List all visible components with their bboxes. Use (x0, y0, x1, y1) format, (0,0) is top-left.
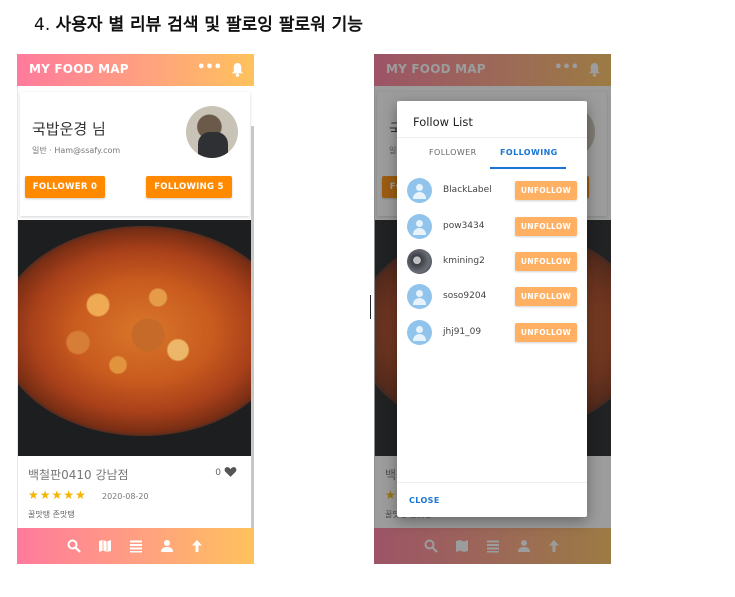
content-area[interactable]: 국밥운경 님 일반 · Ham@ssafy.com FOLLOWER 0 FOL… (17, 86, 254, 528)
profile-card: 국밥운경 님 일반 · Ham@ssafy.com FOLLOWER 0 FOL… (20, 92, 250, 216)
review-place: 백철판0410 강남점 (28, 468, 129, 482)
user-avatar-icon (407, 214, 432, 239)
arrow-up-icon[interactable] (190, 539, 204, 553)
tab-following[interactable]: FOLLOWING (500, 148, 558, 157)
avatar (186, 106, 238, 158)
unfollow-button[interactable]: UNFOLLOW (515, 252, 577, 271)
more-menu-icon[interactable]: ••• (197, 60, 222, 75)
follower-button[interactable]: FOLLOWER 0 (25, 176, 105, 198)
follow-list-item: jhj91_09 UNFOLLOW (397, 318, 587, 348)
app-title: MY FOOD MAP (29, 62, 129, 76)
text-cursor (370, 295, 371, 319)
dialog-tabs: FOLLOWER FOLLOWING (397, 137, 587, 169)
user-name: BlackLabel (443, 185, 492, 195)
review-date: 2020-08-20 (102, 492, 149, 501)
review-info: 백철판0410 강남점 0 ★★★★★ 2020-08-20 꿀맛탱 존맛탱 (18, 456, 254, 528)
follow-list-dialog: Follow List FOLLOWER FOLLOWING BlackLabe… (397, 101, 587, 517)
person-icon[interactable] (160, 539, 174, 553)
section-number: 4. (34, 15, 51, 35)
phone-screen-profile: MY FOOD MAP ••• 국밥운경 님 일반 · Ham@ssafy.co… (17, 54, 254, 564)
follow-list-item: kmining2 UNFOLLOW (397, 247, 587, 277)
app-bar: MY FOOD MAP ••• (17, 54, 254, 86)
profile-subtitle: 일반 · Ham@ssafy.com (32, 146, 121, 155)
like-count: 0 (215, 468, 221, 478)
user-avatar-icon (407, 178, 432, 203)
food-detail-image (38, 260, 238, 410)
dialog-title: Follow List (413, 115, 473, 129)
phone-screen-follow-dialog: MY FOOD MAP ••• 국밥운경 님 일반 · Ham@ssafy.co… (374, 54, 611, 564)
follow-list-item: BlackLabel UNFOLLOW (397, 176, 587, 206)
user-name: soso9204 (443, 291, 487, 301)
follow-list-item: pow3434 UNFOLLOW (397, 212, 587, 242)
map-icon[interactable] (98, 539, 112, 553)
profile-name: 국밥운경 님 (32, 120, 106, 138)
user-avatar-icon (407, 284, 432, 309)
active-tab-indicator (490, 167, 566, 169)
review-photo[interactable] (18, 220, 254, 456)
unfollow-button[interactable]: UNFOLLOW (515, 287, 577, 306)
follow-list-item: soso9204 UNFOLLOW (397, 282, 587, 312)
following-button[interactable]: FOLLOWING 5 (146, 176, 232, 198)
close-button[interactable]: CLOSE (409, 496, 440, 505)
user-name: kmining2 (443, 256, 485, 266)
user-name: pow3434 (443, 221, 485, 231)
list-icon[interactable] (129, 539, 143, 553)
tab-follower[interactable]: FOLLOWER (429, 148, 477, 157)
user-name: jhj91_09 (443, 327, 482, 337)
dialog-footer: CLOSE (397, 482, 587, 517)
unfollow-button[interactable]: UNFOLLOW (515, 323, 577, 342)
unfollow-button[interactable]: UNFOLLOW (515, 181, 577, 200)
user-avatar-icon (407, 320, 432, 345)
user-avatar (407, 249, 432, 274)
unfollow-button[interactable]: UNFOLLOW (515, 217, 577, 236)
section-heading: 4. 사용자 별 리뷰 검색 및 팔로잉 팔로워 기능 (34, 10, 363, 35)
section-title: 사용자 별 리뷰 검색 및 팔로잉 팔로워 기능 (55, 15, 363, 35)
scrollbar[interactable] (251, 126, 254, 528)
search-icon[interactable] (67, 539, 81, 553)
bottom-nav (17, 528, 254, 564)
heart-icon[interactable] (224, 466, 237, 478)
rating-stars: ★★★★★ (28, 488, 87, 502)
bell-icon[interactable] (231, 62, 244, 77)
review-tags: 꿀맛탱 존맛탱 (28, 510, 75, 519)
